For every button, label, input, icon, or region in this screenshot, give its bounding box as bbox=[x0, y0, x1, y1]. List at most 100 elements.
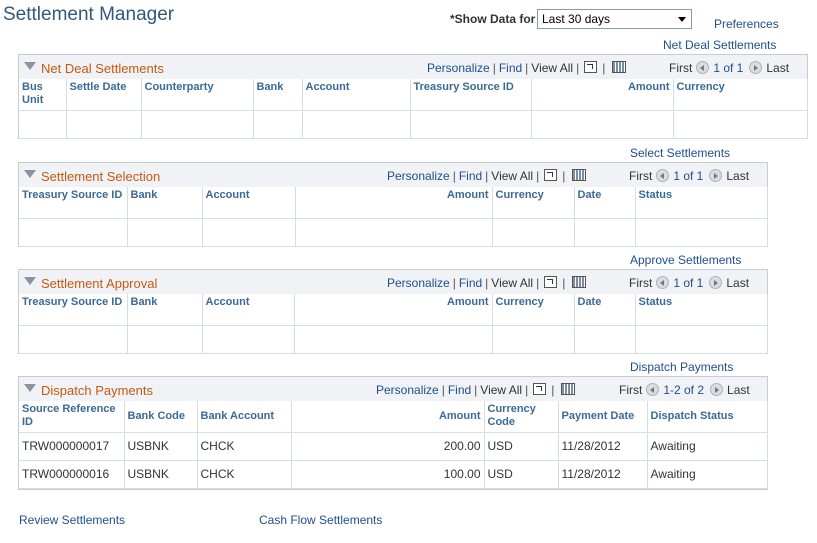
download-spreadsheet-icon[interactable] bbox=[572, 169, 587, 181]
first-link[interactable]: First bbox=[629, 169, 652, 183]
column-header[interactable]: Payment Date bbox=[558, 401, 648, 433]
grid-toolbar: Personalize | Find | View All | | bbox=[387, 169, 587, 183]
download-spreadsheet-icon[interactable] bbox=[561, 383, 576, 395]
view-all-link[interactable]: View All bbox=[531, 61, 573, 75]
show-data-value: Last 30 days bbox=[542, 12, 611, 26]
preferences-link[interactable]: Preferences bbox=[714, 17, 779, 31]
column-header[interactable]: Account bbox=[302, 79, 411, 111]
show-data-select[interactable]: Last 30 days bbox=[537, 9, 692, 29]
dispatch-payments-grid: Dispatch Payments Personalize | Find | View … bbox=[18, 376, 768, 490]
download-spreadsheet-icon[interactable] bbox=[572, 276, 587, 288]
column-header[interactable]: Bank Account bbox=[197, 401, 292, 433]
collapse-triangle-icon[interactable] bbox=[24, 62, 36, 70]
find-link[interactable]: Find bbox=[459, 169, 482, 183]
column-header[interactable]: Source Reference ID bbox=[19, 401, 125, 433]
net-deal-settlements-grid: Net Deal Settlements Personalize | Find | Vi… bbox=[18, 54, 808, 139]
new-window-icon[interactable] bbox=[544, 276, 558, 288]
personalize-link[interactable]: Personalize bbox=[387, 169, 450, 183]
dispatch-payments-link[interactable]: Dispatch Payments bbox=[630, 360, 733, 374]
column-header[interactable]: Amount bbox=[295, 187, 493, 219]
download-spreadsheet-icon[interactable] bbox=[612, 61, 627, 73]
chevron-down-icon[interactable] bbox=[678, 17, 686, 22]
column-header[interactable]: Status bbox=[635, 187, 768, 219]
page-title: Settlement Manager bbox=[3, 4, 175, 25]
personalize-link[interactable]: Personalize bbox=[427, 61, 490, 75]
new-window-icon[interactable] bbox=[544, 169, 558, 181]
view-all-link[interactable]: View All bbox=[491, 169, 533, 183]
column-header[interactable]: Currency Code bbox=[484, 401, 559, 433]
pagination: First 1 of 1 Last bbox=[669, 61, 789, 75]
review-settlements-link[interactable]: Review Settlements bbox=[19, 513, 125, 527]
column-header[interactable]: Account bbox=[202, 294, 295, 326]
previous-arrow-icon[interactable] bbox=[696, 61, 710, 74]
column-header[interactable]: Currency bbox=[492, 294, 575, 326]
pagination: First 1 of 1 Last bbox=[629, 276, 749, 290]
column-header[interactable]: Dispatch Status bbox=[647, 401, 768, 433]
column-header[interactable]: Treasury Source ID bbox=[410, 79, 532, 111]
column-header[interactable]: Counterparty bbox=[141, 79, 254, 111]
last-link[interactable]: Last bbox=[727, 383, 750, 397]
approve-settlements-link[interactable]: Approve Settlements bbox=[630, 253, 741, 267]
column-header[interactable]: Bank bbox=[253, 79, 303, 111]
grid-toolbar: Personalize | Find | View All | | bbox=[376, 383, 576, 397]
last-link[interactable]: Last bbox=[726, 169, 749, 183]
column-header[interactable]: Treasury Source ID bbox=[19, 187, 128, 219]
table-row: TRW000000017 USBNK CHCK 200.00 USD 11/28… bbox=[19, 432, 768, 461]
find-link[interactable]: Find bbox=[459, 276, 482, 290]
row-count: 1 of 1 bbox=[673, 276, 704, 290]
grid-toolbar: Personalize | Find | View All | | bbox=[427, 61, 627, 75]
column-header[interactable]: Status bbox=[635, 294, 768, 326]
previous-arrow-icon[interactable] bbox=[656, 169, 670, 182]
collapse-triangle-icon[interactable] bbox=[24, 384, 36, 392]
first-link[interactable]: First bbox=[629, 276, 652, 290]
column-header[interactable]: Account bbox=[202, 187, 296, 219]
select-settlements-link[interactable]: Select Settlements bbox=[630, 146, 730, 160]
column-header[interactable]: Amount bbox=[531, 79, 674, 111]
currency-cell: USD bbox=[484, 460, 559, 489]
view-all-link[interactable]: View All bbox=[491, 276, 533, 290]
previous-arrow-icon[interactable] bbox=[656, 276, 670, 289]
first-link[interactable]: First bbox=[669, 61, 692, 75]
previous-arrow-icon[interactable] bbox=[646, 383, 660, 396]
column-header[interactable]: Bank bbox=[127, 294, 203, 326]
net-deal-settlements-link[interactable]: Net Deal Settlements bbox=[663, 38, 776, 52]
column-header[interactable]: Amount bbox=[294, 294, 493, 326]
find-link[interactable]: Find bbox=[448, 383, 471, 397]
next-arrow-icon[interactable] bbox=[709, 276, 723, 289]
column-header[interactable]: Date bbox=[574, 294, 636, 326]
find-link[interactable]: Find bbox=[499, 61, 522, 75]
amount-cell: 200.00 bbox=[291, 432, 485, 461]
last-link[interactable]: Last bbox=[726, 276, 749, 290]
column-header[interactable]: Bus Unit bbox=[19, 79, 67, 111]
source-reference-cell: TRW000000016 bbox=[19, 460, 125, 489]
view-all-link[interactable]: View All bbox=[480, 383, 522, 397]
last-link[interactable]: Last bbox=[766, 61, 789, 75]
table-row: TRW000000016 USBNK CHCK 100.00 USD 11/28… bbox=[19, 460, 768, 489]
net-deal-table: Bus Unit Settle Date Counterparty Bank A… bbox=[19, 79, 808, 139]
column-header[interactable]: Bank Code bbox=[124, 401, 198, 433]
personalize-link[interactable]: Personalize bbox=[376, 383, 439, 397]
next-arrow-icon[interactable] bbox=[710, 383, 724, 396]
row-count: 1 of 1 bbox=[673, 169, 704, 183]
column-header[interactable]: Settle Date bbox=[66, 79, 142, 111]
column-header[interactable]: Currency bbox=[492, 187, 575, 219]
column-header[interactable]: Currency bbox=[673, 79, 808, 111]
collapse-triangle-icon[interactable] bbox=[24, 170, 36, 178]
currency-cell: USD bbox=[484, 432, 559, 461]
next-arrow-icon[interactable] bbox=[709, 169, 723, 182]
new-window-icon[interactable] bbox=[584, 61, 598, 73]
first-link[interactable]: First bbox=[619, 383, 642, 397]
personalize-link[interactable]: Personalize bbox=[387, 276, 450, 290]
next-arrow-icon[interactable] bbox=[749, 61, 763, 74]
grid-header: Settlement Selection Personalize | Find | Vi… bbox=[19, 163, 767, 188]
dispatch-status-cell: Awaiting bbox=[647, 432, 768, 461]
column-header[interactable]: Date bbox=[574, 187, 636, 219]
column-header[interactable]: Bank bbox=[127, 187, 203, 219]
column-header[interactable]: Treasury Source ID bbox=[19, 294, 128, 326]
new-window-icon[interactable] bbox=[533, 383, 547, 395]
column-header[interactable]: Amount bbox=[291, 401, 485, 433]
cash-flow-settlements-link[interactable]: Cash Flow Settlements bbox=[259, 513, 382, 527]
bank-code-cell: USBNK bbox=[124, 432, 198, 461]
collapse-triangle-icon[interactable] bbox=[24, 277, 36, 285]
settlement-selection-grid: Settlement Selection Personalize | Find | Vi… bbox=[18, 162, 768, 247]
